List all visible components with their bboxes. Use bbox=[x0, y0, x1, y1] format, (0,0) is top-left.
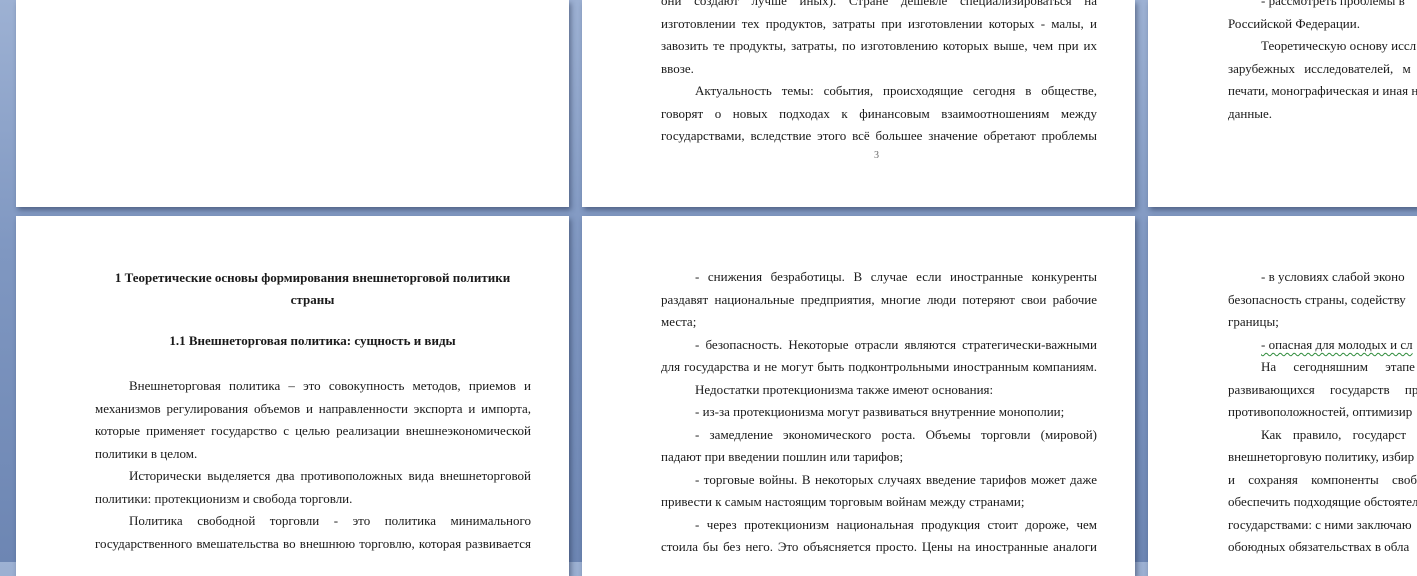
paragraph-line: Как правило, государст bbox=[1261, 427, 1407, 442]
document-page-1[interactable] bbox=[16, 0, 569, 207]
paragraph-line: Недостатки протекционизма также имеют ос… bbox=[695, 382, 994, 397]
paragraph-line: Теоретическую основу иссл bbox=[1261, 38, 1417, 53]
paragraph-line: обоюдных обязательствах в обла bbox=[1228, 539, 1410, 554]
paragraph-line: На сегодняшним этапе bbox=[1261, 359, 1415, 374]
paragraph-line: государствами: с ними заключаю bbox=[1228, 517, 1412, 532]
paragraph-line: границы; bbox=[1228, 314, 1279, 329]
paragraph-line: раздавят национальные предприятия, многи… bbox=[661, 292, 1097, 307]
paragraph-line: - замедление экономического роста. Объем… bbox=[695, 427, 1097, 442]
paragraph-line: - безопасность. Некоторые отрасли являют… bbox=[695, 337, 1097, 352]
paragraph-line: внешнеторговую политику, избир bbox=[1228, 449, 1415, 464]
paragraph-line: Актуальность темы: события, происходящие… bbox=[695, 83, 1097, 98]
paragraph-line: - в условиях слабой эконо bbox=[1261, 269, 1405, 284]
paragraph-line: они создают лучше иных). Стране дешевле … bbox=[661, 0, 1097, 8]
paragraph-line: - снижения безработицы. В случае если ин… bbox=[695, 269, 1097, 284]
paragraph-line: - через протекционизм национальная проду… bbox=[695, 517, 1097, 532]
paragraph-line: Исторически выделяется два противоположн… bbox=[129, 468, 531, 483]
paragraph-line: развивающихся государств пре bbox=[1228, 382, 1417, 397]
paragraph-line: обеспечить подходящие обстоятел bbox=[1228, 494, 1417, 509]
paragraph-line: Российской Федерации. bbox=[1228, 16, 1360, 31]
paragraph-line: безопасность страны, содейству bbox=[1228, 292, 1406, 307]
document-page-6[interactable]: - в условиях слабой эконо безопасность с… bbox=[1148, 216, 1417, 576]
chapter-heading: страны bbox=[290, 292, 335, 307]
paragraph-line-spellcheck: - опасная для молодых и сл bbox=[1261, 337, 1413, 352]
document-page-3[interactable]: - рассмотреть проблемы в Российской Феде… bbox=[1148, 0, 1417, 207]
paragraph-line: изготовлении тех продуктов, затраты при … bbox=[661, 16, 1097, 31]
paragraph-line: ввозе. bbox=[661, 61, 694, 76]
paragraph-line: и сохраняя компоненты свобо bbox=[1228, 472, 1417, 487]
document-page-5[interactable]: - снижения безработицы. В случае если ин… bbox=[582, 216, 1135, 576]
paragraph-line: места; bbox=[661, 314, 697, 329]
paragraph-line: механизмов регулирования объемов и напра… bbox=[95, 401, 531, 416]
paragraph-line: завозить те продукты, затраты, по изгото… bbox=[661, 38, 1097, 53]
paragraph-line: говорят о новых подходах к финансовым вз… bbox=[661, 106, 1097, 121]
paragraph-line: - рассмотреть проблемы в bbox=[1261, 0, 1405, 8]
paragraph-line: данные. bbox=[1228, 106, 1273, 121]
paragraph-line: падают при введении пошлин или тарифов; bbox=[661, 449, 904, 464]
paragraph-line: политики: протекционизм и свобода торгов… bbox=[95, 491, 353, 506]
paragraph-line: политики в целом. bbox=[95, 446, 198, 461]
section-heading: 1.1 Внешнеторговая политика: сущность и … bbox=[169, 333, 456, 348]
page-number: 3 bbox=[874, 150, 879, 161]
paragraph-line: - торговые войны. В некоторых случаях вв… bbox=[695, 472, 1097, 487]
paragraph-line: для государства и не могут быть подконтр… bbox=[661, 359, 1097, 374]
paragraph-line: государственного вмешательства во внешню… bbox=[95, 536, 531, 551]
paragraph-line: привести к самым настоящим торговым войн… bbox=[661, 494, 1025, 509]
document-page-2[interactable]: они создают лучше иных). Стране дешевле … bbox=[582, 0, 1135, 207]
document-page-4[interactable]: 1 Теоретические основы формирования внеш… bbox=[16, 216, 569, 576]
paragraph-line: государствами, вследствие этого всё боль… bbox=[661, 128, 1097, 143]
paragraph-line: - из-за протекционизма могут развиваться… bbox=[695, 404, 1065, 419]
paragraph-line: зарубежных исследователей, м bbox=[1228, 61, 1411, 76]
paragraph-line: Внешнеторговая политика – это совокупнос… bbox=[129, 378, 531, 393]
paragraph-line: которые применяет государство с целью ре… bbox=[95, 423, 531, 438]
paragraph-line: печати, монографическая и иная н bbox=[1228, 83, 1417, 98]
paragraph-line: Политика свободной торговли - это полити… bbox=[129, 513, 531, 528]
paragraph-line: противоположностей, оптимизир bbox=[1228, 404, 1413, 419]
chapter-heading: 1 Теоретические основы формирования внеш… bbox=[114, 270, 511, 285]
paragraph-line: стоила бы без него. Это объясняется прос… bbox=[661, 539, 1097, 554]
